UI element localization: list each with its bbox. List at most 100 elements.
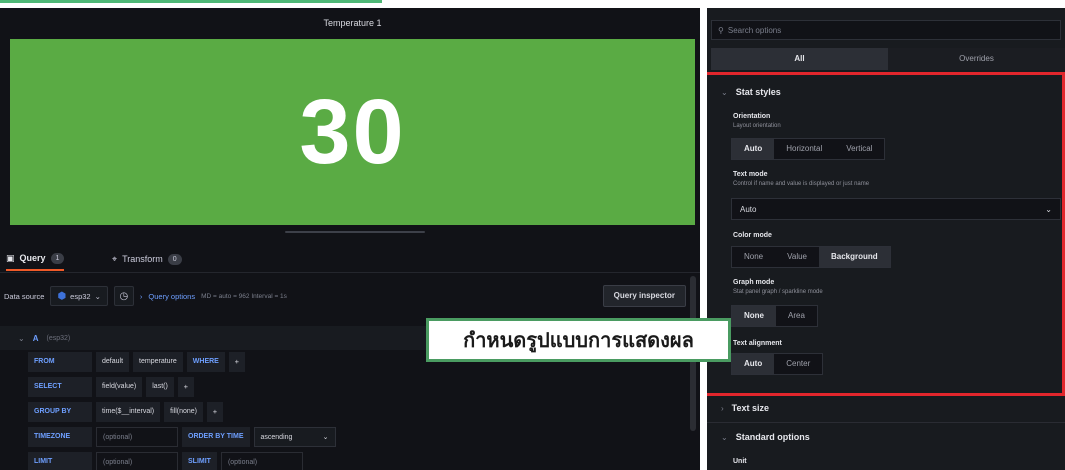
orderby-select[interactable]: ascending ⌄ [253,427,336,447]
query-groupby-row: GROUP BY time($__interval) fill(none) + [28,402,223,422]
slimit-keyword: SLIMIT [182,452,217,470]
clock-icon[interactable]: ◷ [113,286,134,306]
section-stat-styles[interactable]: ⌄ Stat styles [721,84,781,100]
datasource-row: Data source ⬢ esp32 ⌄ ◷ › Query options … [0,278,700,314]
query-from-row: FROM default temperature WHERE + [28,352,245,372]
chevron-right-icon: › [139,291,143,301]
orderby-value: ascending [260,434,293,441]
search-options-input[interactable]: ⚲ Search options [711,20,1061,40]
text-alignment-title: Text alignment [733,340,782,347]
annotation-callout: กำหนดรูปแบบการแสดงผล [426,318,731,362]
orientation-auto[interactable]: Auto [732,139,775,159]
groupby-time[interactable]: time($__interval) [96,402,161,422]
add-select-button[interactable]: + [177,377,194,397]
select-aggregation[interactable]: last() [146,377,174,397]
options-tabs: All Overrides [711,48,1065,70]
query-options-button[interactable]: Query options [148,292,195,301]
orientation-horizontal[interactable]: Horizontal [774,139,834,159]
tab-all[interactable]: All [711,48,888,70]
where-keyword: WHERE [186,352,225,372]
transform-icon: ⌖ [112,253,118,264]
from-policy[interactable]: default [96,352,130,372]
tab-transform[interactable]: ⌖ Transform 0 [112,247,182,271]
orientation-radio: Auto Horizontal Vertical [731,138,886,160]
unit-title: Unit [733,458,747,465]
query-select-row: SELECT field(value) last() + [28,377,194,397]
top-accent-bar [0,0,382,3]
color-mode-background[interactable]: Background [819,247,890,267]
section-standard-options[interactable]: ⌄ Standard options [721,429,810,445]
text-alignment-radio: Auto Center [731,353,824,375]
groupby-keyword: GROUP BY [28,402,92,422]
text-mode-value: Auto [740,204,757,214]
chevron-right-icon: › [721,403,724,413]
text-mode-select[interactable]: Auto ⌄ [731,198,1061,220]
color-mode-value[interactable]: Value [775,247,819,267]
text-mode-title: Text mode [733,171,768,178]
stat-panel[interactable]: 30 [10,39,695,225]
orderby-keyword: ORDER BY TIME [182,427,250,447]
query-options-meta: MD = auto = 962 Interval = 1s [201,292,287,300]
select-field[interactable]: field(value) [96,377,143,397]
tab-transform-label: Transform [122,254,163,264]
graph-mode-none[interactable]: None [732,306,776,326]
graph-mode-radio: None Area [731,305,818,327]
datasource-value: esp32 [70,291,91,301]
orientation-vertical[interactable]: Vertical [834,139,884,159]
timezone-keyword: TIMEZONE [28,427,92,447]
from-keyword: FROM [28,352,92,372]
groupby-fill[interactable]: fill(none) [164,402,203,422]
add-groupby-button[interactable]: + [207,402,223,422]
tab-query-badge: 1 [50,252,65,264]
search-placeholder: Search options [727,25,782,35]
tab-overrides[interactable]: Overrides [888,48,1065,70]
graph-mode-title: Graph mode [733,279,775,286]
tab-query[interactable]: ▣ Query 1 [6,247,65,271]
text-mode-desc: Control if name and value is displayed o… [733,181,870,187]
query-limit-row: LIMIT (optional) SLIMIT (optional) [28,452,303,470]
editor-tabs: ▣ Query 1 ⌖ Transform 0 [0,243,700,273]
chevron-down-icon: ⌄ [721,432,728,442]
slimit-input[interactable]: (optional) [220,452,303,470]
search-icon: ⚲ [718,25,724,35]
from-measurement[interactable]: temperature [133,352,183,372]
color-mode-radio: None Value Background [731,246,891,268]
query-inspector-button[interactable]: Query inspector [602,285,686,307]
tab-transform-badge: 0 [167,253,182,265]
query-letter: A [32,333,39,343]
orientation-title: Orientation [733,113,771,120]
orientation-desc: Layout orientation [733,123,781,129]
graph-mode-desc: Stat panel graph / sparkline mode [733,289,823,295]
section-stat-styles-title: Stat styles [735,87,781,97]
section-text-size[interactable]: › Text size [721,400,769,416]
chevron-down-icon: ⌄ [1045,204,1052,214]
text-alignment-auto[interactable]: Auto [732,354,775,374]
tab-query-label: Query [19,253,46,263]
chevron-down-icon: ⌄ [721,87,728,97]
timezone-input[interactable]: (optional) [96,427,178,447]
graph-mode-area[interactable]: Area [776,306,817,326]
datasource-label: Data source [4,291,45,301]
stat-value: 30 [299,81,406,183]
chevron-down-icon: ⌄ [94,291,101,301]
query-datasource: (esp32) [46,334,71,342]
section-text-size-title: Text size [731,403,770,413]
section-standard-options-title: Standard options [735,432,810,442]
panel-editor: Temperature 1 30 ▣ Query 1 ⌖ Transform 0… [0,8,700,470]
options-pane: ⚲ Search options All Overrides ⌄ Stat st… [707,8,1065,470]
limit-keyword: LIMIT [28,452,92,470]
chevron-down-icon: ⌄ [322,434,329,441]
influxdb-icon: ⬢ [57,290,67,302]
collapse-icon[interactable]: ⌄ [18,334,25,343]
select-keyword: SELECT [28,377,92,397]
add-where-button[interactable]: + [228,352,245,372]
color-mode-none[interactable]: None [732,247,775,267]
resize-handle[interactable] [285,231,425,233]
datasource-picker[interactable]: ⬢ esp32 ⌄ [50,286,108,306]
limit-input[interactable]: (optional) [96,452,178,470]
divider [707,422,1065,423]
panel-title: Temperature 1 [323,18,382,28]
text-alignment-center[interactable]: Center [774,354,822,374]
color-mode-title: Color mode [733,232,772,239]
database-icon: ▣ [6,252,15,263]
